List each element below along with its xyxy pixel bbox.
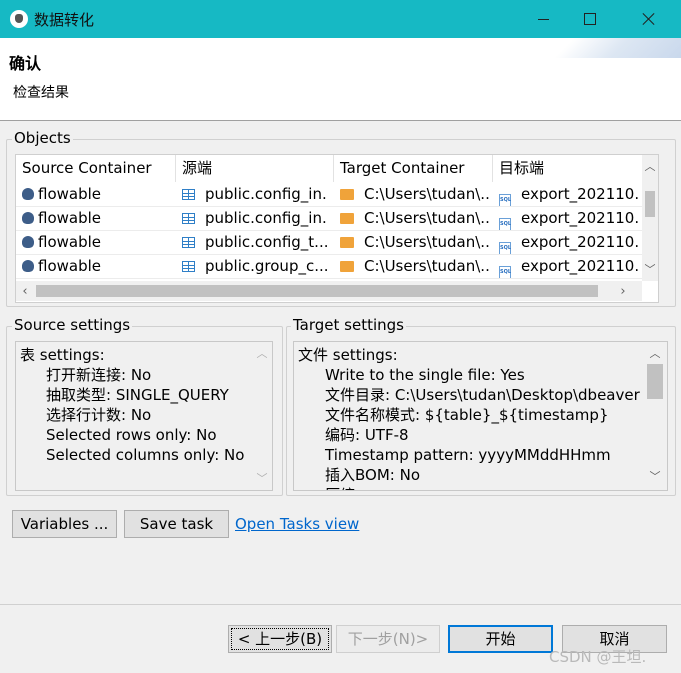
table-row[interactable]: flowable public.group_c... C:\Users\tuda… [16,254,642,279]
scroll-up-arrow-icon[interactable]: ︿ [645,345,665,361]
settings-line: 打开新连接: No [46,366,152,384]
postgres-icon [22,188,34,200]
settings-line: 选择行计数: No [46,406,152,424]
scroll-left-arrow-icon[interactable]: ‹ [18,284,32,299]
scrollbar-thumb[interactable] [645,191,655,217]
settings-line: 文件名称模式: ${table}_${timestamp} [325,406,609,424]
table-icon [182,237,195,248]
scroll-down-arrow-icon: ﹀ [256,472,268,485]
watermark: CSDN @王坦. [549,648,647,666]
page-title: 确认 [9,54,42,73]
scroll-right-arrow-icon[interactable]: › [616,284,630,299]
table-vertical-scrollbar[interactable]: ︿ ﹀ [642,155,658,281]
source-settings-panel[interactable]: 表 settings: 打开新连接: No 抽取类型: SINGLE_QUERY… [15,341,273,491]
source-container-cell: flowable [38,233,102,251]
table-row[interactable]: flowable public.config_in... C:\Users\tu… [16,182,642,207]
target-cell: export_202110... [521,233,640,251]
source-container-cell: flowable [38,257,102,275]
close-button[interactable] [626,0,672,38]
target-container-cell: C:\Users\tudan\... [364,233,489,251]
maximize-button[interactable] [567,0,613,38]
source-settings-label: Source settings [12,316,133,334]
source-cell: public.config_t... [205,233,328,251]
objects-table: Source Container 源端 Target Container 目标端… [15,154,659,303]
column-header-target-container[interactable]: Target Container [334,155,493,182]
save-task-button[interactable]: Save task [124,510,229,538]
folder-icon [340,237,354,248]
target-cell: export_202110... [521,185,640,203]
folder-icon [340,261,354,272]
target-settings-scrollbar[interactable]: ︿ ﹀ [645,342,665,488]
settings-line: Selected columns only: No [46,446,245,464]
settings-line: Write to the single file: Yes [325,366,525,384]
scroll-up-arrow-icon: ︿ [256,347,268,360]
folder-icon [340,213,354,224]
footer-separator [0,604,681,605]
sql-file-icon: SQL [499,218,511,230]
settings-line: 插入BOM: No [325,466,420,484]
settings-line: Timestamp pattern: yyyyMMddHHmm [325,446,611,464]
column-header-source[interactable]: 源端 [176,155,334,182]
page-description: 检查结果 [13,85,69,101]
window-title: 数据转化 [34,11,95,29]
source-container-cell: flowable [38,185,102,203]
scrollbar-thumb[interactable] [647,364,663,399]
target-cell: export_202110... [521,209,640,227]
table-icon [182,189,195,200]
table-icon [182,213,195,224]
source-container-cell: flowable [38,209,102,227]
settings-line: 抽取类型: SINGLE_QUERY [46,386,229,404]
header-decoration [520,38,681,58]
table-row[interactable]: flowable public.config_in... C:\Users\tu… [16,206,642,231]
source-cell: public.config_in... [205,209,328,227]
table-horizontal-scrollbar[interactable]: ‹ › [16,281,642,301]
scrollbar-thumb[interactable] [36,285,598,297]
back-button[interactable]: < 上一步(B) [228,625,332,653]
column-header-source-container[interactable]: Source Container [16,155,176,182]
postgres-icon [22,236,34,248]
open-tasks-view-link[interactable]: Open Tasks view [235,515,359,533]
table-icon [182,261,195,272]
sql-file-icon: SQL [499,194,511,206]
scroll-down-arrow-icon[interactable]: ﹀ [645,468,665,484]
settings-line: Selected rows only: No [46,426,217,444]
target-settings-panel[interactable]: 文件 settings: Write to the single file: Y… [293,341,668,491]
scroll-up-arrow-icon[interactable]: ︿ [642,158,658,174]
settings-line: 文件 settings: [298,346,398,364]
settings-line: 文件目录: C:\Users\tudan\Desktop\dbeaver [325,386,640,404]
column-header-target[interactable]: 目标端 [493,155,642,182]
settings-line: 编码: UTF-8 [325,426,409,444]
target-settings-label: Target settings [291,316,406,334]
settings-line: 表 settings: [20,346,105,364]
next-button[interactable]: 下一步(N)> [336,625,440,653]
objects-group-label: Objects [12,129,73,147]
dbeaver-app-icon [10,10,28,28]
table-row[interactable]: flowable public.config_t... C:\Users\tud… [16,230,642,255]
scroll-down-arrow-icon[interactable]: ﹀ [642,261,658,277]
variables-button[interactable]: Variables ... [12,510,117,538]
target-container-cell: C:\Users\tudan\... [364,209,489,227]
folder-icon [340,189,354,200]
start-button[interactable]: 开始 [448,625,553,653]
sql-file-icon: SQL [499,242,511,254]
settings-line: 压缩 [325,485,355,490]
postgres-icon [22,212,34,224]
target-container-cell: C:\Users\tudan\... [364,185,489,203]
wizard-header: 确认 检查结果 [0,38,681,121]
title-bar: 数据转化 [0,0,681,38]
target-cell: export_202110... [521,257,640,275]
source-cell: public.config_in... [205,185,328,203]
source-cell: public.group_c... [205,257,328,275]
minimize-button[interactable] [521,0,567,38]
postgres-icon [22,260,34,272]
target-container-cell: C:\Users\tudan\... [364,257,489,275]
sql-file-icon: SQL [499,266,511,278]
